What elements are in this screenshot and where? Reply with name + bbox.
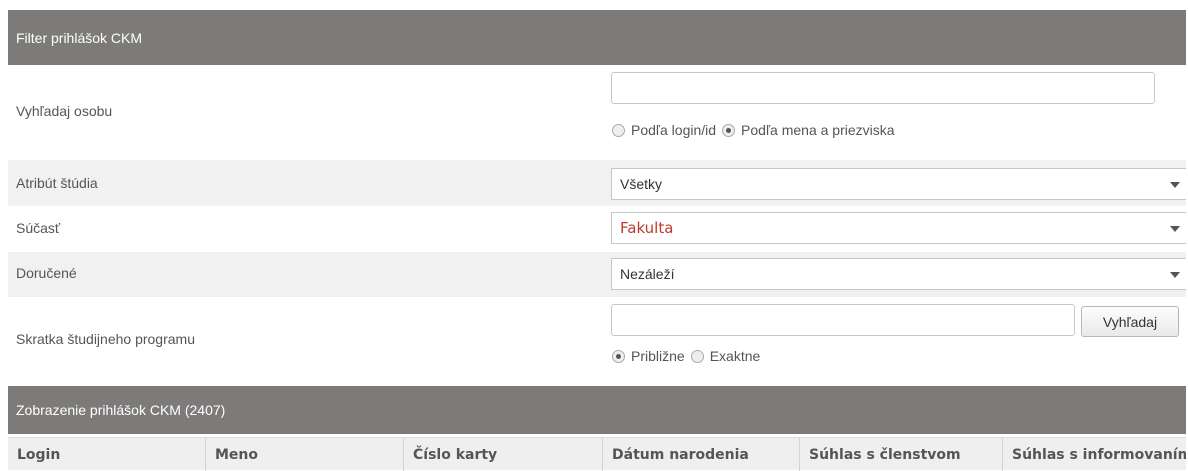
attribute-select-value: Všetky: [620, 176, 663, 192]
radio-exact[interactable]: [690, 349, 704, 363]
program-label: Skratka študijneho programu: [16, 331, 195, 347]
radio-approximate-label: Približne: [631, 348, 685, 364]
radio-exact-label: Exaktne: [709, 348, 761, 364]
column-header-card-number[interactable]: Číslo karty: [404, 438, 603, 471]
search-mode-radio-group: Podľa login/id Podľa mena a priezviska: [612, 122, 901, 138]
column-header-information-consent[interactable]: Súhlas s informovaním: [1003, 438, 1186, 471]
chevron-down-icon: [1170, 226, 1180, 232]
component-select-value: Fakulta: [620, 219, 674, 237]
chevron-down-icon: [1170, 182, 1180, 188]
results-table-header: Login Meno Číslo karty Dátum narodenia S…: [8, 437, 1186, 471]
search-person-input[interactable]: [611, 72, 1155, 104]
column-header-login[interactable]: Login: [8, 438, 206, 471]
component-label: Súčasť: [16, 220, 61, 236]
radio-login-id-label: Podľa login/id: [631, 122, 717, 138]
program-input[interactable]: [611, 304, 1075, 336]
match-radio-group: Približne Exaktne: [612, 348, 766, 364]
filter-header: Filter prihlášok CKM: [8, 10, 1186, 65]
search-person-label: Vyhľadaj osobu: [16, 103, 113, 119]
delivered-select[interactable]: Nezáleží: [611, 258, 1186, 290]
filter-title: Filter prihlášok CKM: [16, 29, 143, 46]
radio-approximate[interactable]: [612, 349, 625, 363]
results-header: Zobrazenie prihlášok CKM (2407): [8, 386, 1186, 434]
column-header-birth-date[interactable]: Dátum narodenia: [603, 438, 800, 471]
chevron-down-icon: [1170, 272, 1180, 278]
delivered-label: Doručené: [16, 265, 77, 281]
attribute-label: Atribút štúdia: [16, 175, 98, 191]
search-button[interactable]: Vyhľadaj: [1081, 306, 1179, 337]
delivered-select-value: Nezáleží: [620, 266, 675, 282]
radio-login-id[interactable]: [612, 123, 625, 137]
column-header-membership-consent[interactable]: Súhlas s členstvom: [800, 438, 1003, 471]
results-title: Zobrazenie prihlášok CKM (2407): [16, 402, 226, 418]
column-header-name[interactable]: Meno: [206, 438, 404, 471]
radio-name-surname-label: Podľa mena a priezviska: [741, 122, 895, 138]
radio-name-surname[interactable]: [722, 123, 736, 137]
component-select[interactable]: Fakulta: [611, 212, 1186, 244]
attribute-select[interactable]: Všetky: [611, 168, 1186, 200]
